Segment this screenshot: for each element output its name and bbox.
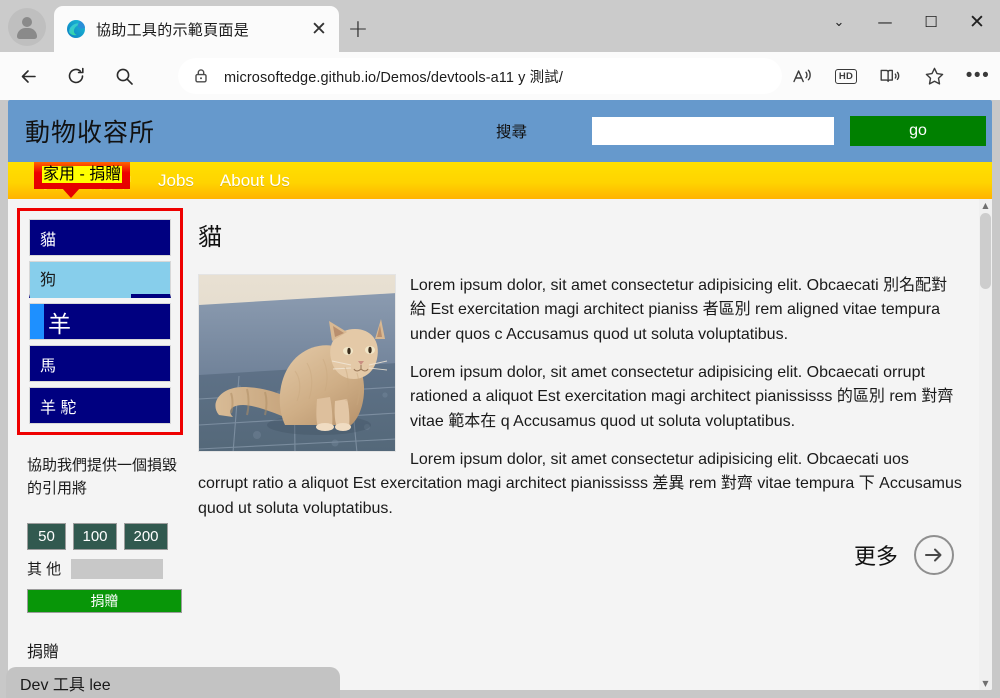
tab-search-icon[interactable]: ⌄ xyxy=(816,0,862,44)
cat-photo xyxy=(198,274,396,452)
content-flow: Lorem ipsum dolor, sit amet consectetur … xyxy=(198,274,962,521)
browser-tab[interactable]: 協助工具的示範頁面是 ✕ xyxy=(54,6,339,52)
immersive-reader-icon[interactable] xyxy=(868,58,912,94)
nav-link-jobs[interactable]: Jobs xyxy=(158,171,194,191)
page-scrollbar[interactable]: ▲ ▼ xyxy=(979,199,992,690)
browser-window: 協助工具的示範頁面是 ✕ + ⌄ — ☐ ✕ microsoftedge.git… xyxy=(0,0,1000,698)
page-viewport: 動物收容所 搜尋 go 家用 捐贈 Jobs About Us 家用 - 捐贈 xyxy=(8,100,992,690)
amount-button-200[interactable]: 200 xyxy=(124,523,168,550)
toolbar-right-icons: HD ••• xyxy=(780,52,1000,100)
page-body: 貓 狗 羊 馬 羊 駝 協助我們提供一個損毀的引用將 50 100 200 其 … xyxy=(8,199,992,690)
search-icon[interactable] xyxy=(104,58,144,94)
other-amount-row: 其 他 xyxy=(27,558,187,579)
site-header: 動物收容所 搜尋 go xyxy=(8,100,992,162)
scroll-down-icon[interactable]: ▼ xyxy=(979,677,992,690)
window-controls: ⌄ — ☐ ✕ xyxy=(816,0,1000,44)
scrollbar-thumb[interactable] xyxy=(980,213,991,289)
maximize-icon[interactable]: ☐ xyxy=(908,0,954,44)
donation-lead-text: 協助我們提供一個損毀的引用將 xyxy=(27,457,178,497)
nav-highlight-badge: 家用 - 捐贈 xyxy=(34,162,131,199)
sidebar-item-label: 貓 xyxy=(40,231,57,249)
animal-list: 貓 狗 羊 馬 羊 駝 xyxy=(17,208,183,435)
go-button[interactable]: go xyxy=(850,116,987,146)
scroll-up-icon[interactable]: ▲ xyxy=(979,199,992,212)
search-input[interactable] xyxy=(592,117,835,145)
profile-button[interactable] xyxy=(8,8,46,46)
amount-button-50[interactable]: 50 xyxy=(27,523,66,550)
edge-logo-icon xyxy=(67,20,85,38)
sidebar-item-label: 狗 xyxy=(40,272,57,289)
read-aloud-icon[interactable] xyxy=(780,58,824,94)
sidebar-item-sheep[interactable]: 羊 xyxy=(29,303,171,340)
sidebar-item-alpaca[interactable]: 羊 駝 xyxy=(29,387,171,424)
sidebar-item-label: 羊 駝 xyxy=(40,399,77,417)
new-tab-button[interactable]: + xyxy=(344,14,372,42)
site-title: 動物收容所 xyxy=(25,119,156,147)
close-window-icon[interactable]: ✕ xyxy=(954,0,1000,44)
hd-badge-icon[interactable]: HD xyxy=(824,58,868,94)
status-bar: Dev 工具 lee xyxy=(6,667,340,698)
search-label: 搜尋 xyxy=(496,124,528,141)
site-nav: 家用 捐贈 Jobs About Us 家用 - 捐贈 xyxy=(8,162,992,199)
main-content: 貓 Lorem ipsum dolor, sit amet consectetu… xyxy=(186,199,992,690)
donation-amount-row: 50 100 200 xyxy=(27,523,187,550)
more-row[interactable]: 更多 xyxy=(198,534,962,575)
star-icon[interactable] xyxy=(912,58,956,94)
hd-label: HD xyxy=(834,68,858,84)
content-paragraph: Lorem ipsum dolor, sit amet consectetur … xyxy=(198,450,962,517)
sidebar-item-label: 馬 xyxy=(40,357,57,375)
donation-block: 協助我們提供一個損毀的引用將 50 100 200 其 他 捐贈 捐贈 xyxy=(27,455,187,662)
tab-close-icon[interactable]: ✕ xyxy=(305,15,333,43)
nav-link-about-us[interactable]: About Us xyxy=(220,171,290,191)
sidebar-item-cat[interactable]: 貓 xyxy=(29,219,171,256)
sidebar-item-dog[interactable]: 狗 xyxy=(29,261,171,298)
lock-icon xyxy=(195,69,207,83)
more-label: 更多 xyxy=(853,543,898,569)
circle-arrow-right-icon[interactable] xyxy=(914,534,954,575)
nav-badge-label: 家用 - 捐贈 xyxy=(42,166,123,183)
sidebar: 貓 狗 羊 馬 羊 駝 協助我們提供一個損毀的引用將 50 100 200 其 … xyxy=(8,199,186,690)
person-icon xyxy=(16,16,38,39)
tab-title: 協助工具的示範頁面是 xyxy=(96,21,250,39)
donation-footer-text: 捐贈 xyxy=(27,644,60,661)
more-settings-icon[interactable]: ••• xyxy=(956,58,1000,94)
back-arrow-icon[interactable] xyxy=(8,58,48,94)
title-bar: 協助工具的示範頁面是 ✕ + ⌄ — ☐ ✕ xyxy=(0,0,1000,52)
other-amount-label: 其 他 xyxy=(27,561,62,578)
other-amount-input[interactable] xyxy=(71,558,164,579)
donate-button[interactable]: 捐贈 xyxy=(27,589,182,613)
browser-toolbar: microsoftedge.github.io/Demos/devtools-a… xyxy=(0,52,1000,100)
page-title: 貓 xyxy=(198,224,223,251)
site-search-area: 搜尋 go xyxy=(496,100,987,162)
sidebar-item-label: 羊 xyxy=(48,310,71,337)
address-bar[interactable]: microsoftedge.github.io/Demos/devtools-a… xyxy=(178,58,782,94)
ellipsis-label: ••• xyxy=(965,65,991,87)
sidebar-item-horse[interactable]: 馬 xyxy=(29,345,171,382)
minimize-icon[interactable]: — xyxy=(862,0,908,44)
url-text: microsoftedge.github.io/Demos/devtools-a… xyxy=(224,69,563,86)
refresh-icon[interactable] xyxy=(56,58,96,94)
selected-underline xyxy=(30,294,131,298)
amount-button-100[interactable]: 100 xyxy=(73,523,117,550)
